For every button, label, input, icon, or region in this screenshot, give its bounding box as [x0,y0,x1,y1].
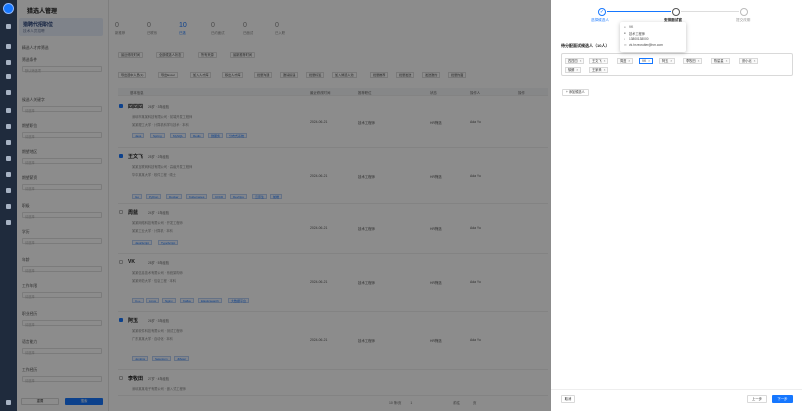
popover-email: vk.hr.recruiter@hm.com [629,43,663,47]
popover-phone: 13800138000 [629,37,649,41]
close-icon: × [753,59,756,63]
grid-icon[interactable] [6,24,11,29]
step-label-3: 提交改期 [736,18,751,22]
step-label-1: 选择候选人 [591,18,609,22]
interview-drawer: ✓ 选择候选人 安排面试官 提交改期 待分配面试候选人（10人） 四四四 × 王文… [551,0,802,411]
document-icon[interactable] [6,60,11,65]
user-icon: ● [624,25,626,29]
step-todo-icon [740,8,748,16]
step-current-icon [672,8,680,16]
left-rail [0,0,17,411]
step-done-icon: ✓ [598,8,606,16]
close-icon: × [576,68,579,72]
close-icon: × [628,59,631,63]
close-icon: × [648,59,651,63]
candidate-chip[interactable]: 王家禾 × [589,67,609,73]
close-icon: × [697,59,700,63]
candidate-popover: ● VK ■ 技术工程师 ▪ 13800138000 ✉ vk.hr.recru… [620,22,686,52]
close-icon: × [603,68,606,72]
candidate-select-box[interactable]: 四四四 × 王文飞 × 周蓝 × VK × 阿玉 × 李牧田 × 陈星星 × 张小北 × 徐朗 ×… [561,53,793,76]
add-candidate-button[interactable]: + 添加候选人 [562,89,589,96]
gear-icon[interactable] [6,124,11,129]
candidate-chip[interactable]: 四四四 × [565,58,585,64]
close-icon: × [603,59,606,63]
drawer-footer: 取消 上一步 下一步 [551,389,802,411]
phone-icon: ▪ [624,37,626,41]
step-connector [607,11,671,12]
step-connector [681,11,739,12]
users-icon[interactable] [6,90,11,95]
candidate-select-title: 待分配面试候选人（10人） [561,43,610,48]
close-icon: × [670,59,673,63]
candidate-chip[interactable]: 周蓝 × [617,58,634,64]
app-logo [3,3,14,14]
help-icon[interactable] [6,220,11,225]
mail-icon: ✉ [624,43,627,47]
close-icon: × [579,59,582,63]
user-icon[interactable] [6,188,11,193]
candidate-chip[interactable]: 李牧田 × [683,58,703,64]
candidate-chip[interactable]: 张小北 × [739,58,759,64]
cancel-button[interactable]: 取消 [561,395,575,403]
briefcase-icon: ■ [624,31,626,35]
candidate-chip[interactable]: 徐朗 × [565,67,582,73]
chat-icon[interactable] [6,108,11,113]
bell-icon[interactable] [6,172,11,177]
close-icon: × [725,59,728,63]
candidate-chip[interactable]: VK × [639,58,654,64]
list-icon[interactable] [6,44,11,49]
chart-icon[interactable] [6,156,11,161]
search-icon[interactable] [6,400,11,405]
popover-name: VK [629,25,634,29]
popover-role: 技术工程师 [629,32,645,36]
settings-icon[interactable] [6,204,11,209]
prev-button[interactable]: 上一步 [747,395,767,403]
candidate-chip[interactable]: 王文飞 × [589,58,609,64]
calendar-icon[interactable] [6,74,11,79]
candidate-chip[interactable]: 陈星星 × [711,58,731,64]
next-button[interactable]: 下一步 [772,395,793,403]
candidate-chip[interactable]: 阿玉 × [659,58,676,64]
bookmark-icon[interactable] [6,140,11,145]
modal-overlay[interactable] [17,0,551,411]
